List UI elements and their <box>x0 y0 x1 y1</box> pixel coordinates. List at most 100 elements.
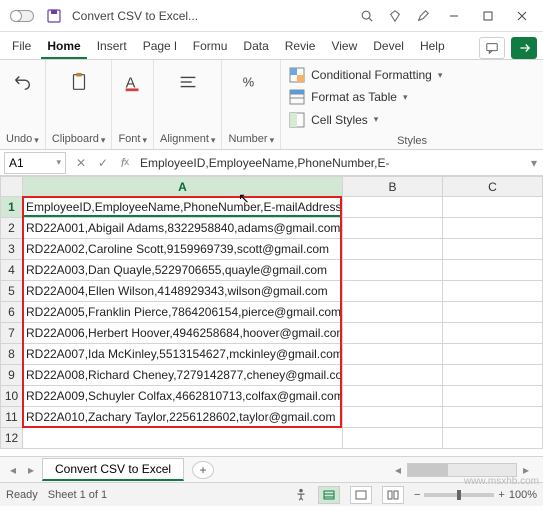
column-header-c[interactable]: C <box>443 177 543 197</box>
row-header[interactable]: 3 <box>1 239 23 260</box>
zoom-control[interactable]: − + 100% <box>414 489 537 501</box>
diamond-icon[interactable] <box>381 2 409 30</box>
chevron-down-icon[interactable]: ▾ <box>142 135 147 146</box>
cell[interactable]: RD22A005,Franklin Pierce,7864206154,pier… <box>23 302 343 323</box>
tab-view[interactable]: View <box>325 35 363 59</box>
scrollbar-thumb[interactable] <box>408 464 448 476</box>
cell[interactable] <box>443 218 543 239</box>
table-row[interactable]: 10RD22A009,Schuyler Colfax,4662810713,co… <box>1 386 543 407</box>
cell[interactable] <box>443 239 543 260</box>
tab-data[interactable]: Data <box>237 35 274 59</box>
number-icon[interactable]: % <box>237 68 265 96</box>
cell[interactable] <box>343 428 443 449</box>
row-header[interactable]: 9 <box>1 365 23 386</box>
zoom-thumb[interactable] <box>457 490 461 500</box>
chevron-down-icon[interactable]: ▾ <box>34 135 39 146</box>
cell[interactable]: RD22A009,Schuyler Colfax,4662810713,colf… <box>23 386 343 407</box>
cell[interactable] <box>343 386 443 407</box>
enter-fx-icon[interactable]: ✓ <box>92 156 114 170</box>
sheet-nav-prev[interactable]: ◂ <box>4 463 22 477</box>
zoom-out-button[interactable]: − <box>414 489 420 501</box>
cell[interactable] <box>443 407 543 428</box>
chevron-down-icon[interactable]: ▾ <box>101 135 106 146</box>
tab-review[interactable]: Revie <box>279 35 322 59</box>
column-header-a[interactable]: A <box>23 177 343 197</box>
cell[interactable]: RD22A002,Caroline Scott,9159969739,scott… <box>23 239 343 260</box>
row-header[interactable]: 2 <box>1 218 23 239</box>
save-icon[interactable] <box>46 8 62 24</box>
cell-styles-button[interactable]: Cell Styles▾ <box>289 109 535 131</box>
share-button[interactable] <box>511 37 537 59</box>
cell[interactable] <box>343 239 443 260</box>
table-row[interactable]: 1EmployeeID,EmployeeName,PhoneNumber,E-m… <box>1 197 543 218</box>
cell[interactable] <box>443 302 543 323</box>
tab-developer[interactable]: Devel <box>367 35 410 59</box>
table-row[interactable]: 7RD22A006,Herbert Hoover,4946258684,hoov… <box>1 323 543 344</box>
close-button[interactable] <box>505 2 539 30</box>
row-header[interactable]: 5 <box>1 281 23 302</box>
tab-home[interactable]: Home <box>41 35 86 59</box>
cell[interactable] <box>343 260 443 281</box>
chevron-down-icon[interactable]: ▾ <box>270 135 275 146</box>
chevron-down-icon[interactable]: ▾ <box>211 135 216 146</box>
cell[interactable] <box>343 281 443 302</box>
select-all-corner[interactable] <box>1 177 23 197</box>
autosave-toggle[interactable] <box>4 10 40 22</box>
sheet-tab[interactable]: Convert CSV to Excel <box>42 458 184 481</box>
cell[interactable]: RD22A004,Ellen Wilson,4148929343,wilson@… <box>23 281 343 302</box>
cell[interactable]: EmployeeID,EmployeeName,PhoneNumber,E-ma… <box>23 197 343 218</box>
table-row[interactable]: 11RD22A010,Zachary Taylor,2256128602,tay… <box>1 407 543 428</box>
cancel-fx-icon[interactable]: ✕ <box>70 156 92 170</box>
maximize-button[interactable] <box>471 2 505 30</box>
expand-fx-icon[interactable]: ▾ <box>525 156 543 170</box>
cell[interactable] <box>343 197 443 218</box>
cell[interactable] <box>343 323 443 344</box>
comments-button[interactable] <box>479 37 505 59</box>
row-header[interactable]: 12 <box>1 428 23 449</box>
cell[interactable]: RD22A007,Ida McKinley,5513154627,mckinle… <box>23 344 343 365</box>
cell[interactable]: RD22A003,Dan Quayle,5229706655,quayle@gm… <box>23 260 343 281</box>
table-row[interactable]: 5RD22A004,Ellen Wilson,4148929343,wilson… <box>1 281 543 302</box>
view-normal-button[interactable] <box>318 486 340 504</box>
table-row[interactable]: 12 <box>1 428 543 449</box>
table-row[interactable]: 3RD22A002,Caroline Scott,9159969739,scot… <box>1 239 543 260</box>
fx-icon[interactable]: fx <box>114 156 136 170</box>
cell[interactable] <box>343 365 443 386</box>
cell[interactable] <box>443 344 543 365</box>
row-header[interactable]: 7 <box>1 323 23 344</box>
cell[interactable] <box>443 281 543 302</box>
font-icon[interactable]: A <box>119 68 147 96</box>
add-sheet-button[interactable]: + <box>192 461 214 479</box>
accessibility-icon[interactable] <box>294 488 308 502</box>
column-header-b[interactable]: B <box>343 177 443 197</box>
view-page-layout-button[interactable] <box>350 486 372 504</box>
tab-help[interactable]: Help <box>414 35 451 59</box>
minimize-button[interactable] <box>437 2 471 30</box>
row-header[interactable]: 4 <box>1 260 23 281</box>
cell[interactable] <box>443 428 543 449</box>
conditional-formatting-button[interactable]: Conditional Formatting▾ <box>289 64 535 86</box>
tab-file[interactable]: File <box>6 35 37 59</box>
cell[interactable] <box>443 386 543 407</box>
table-row[interactable]: 2RD22A001,Abigail Adams,8322958840,adams… <box>1 218 543 239</box>
tab-formulas[interactable]: Formu <box>187 35 234 59</box>
cell[interactable] <box>23 428 343 449</box>
table-row[interactable]: 9RD22A008,Richard Cheney,7279142877,chen… <box>1 365 543 386</box>
cell[interactable]: RD22A001,Abigail Adams,8322958840,adams@… <box>23 218 343 239</box>
row-header[interactable]: 11 <box>1 407 23 428</box>
cell[interactable] <box>443 197 543 218</box>
cell[interactable] <box>443 260 543 281</box>
format-as-table-button[interactable]: Format as Table▾ <box>289 86 535 108</box>
undo-icon[interactable] <box>8 68 36 96</box>
pen-icon[interactable] <box>409 2 437 30</box>
cell[interactable] <box>443 365 543 386</box>
cell[interactable]: RD22A008,Richard Cheney,7279142877,chene… <box>23 365 343 386</box>
horizontal-scrollbar[interactable]: ◂ ▸ <box>214 463 539 477</box>
formula-input[interactable]: EmployeeID,EmployeeName,PhoneNumber,E- <box>136 156 525 170</box>
zoom-in-button[interactable]: + <box>498 489 504 501</box>
alignment-icon[interactable] <box>174 68 202 96</box>
table-row[interactable]: 4RD22A003,Dan Quayle,5229706655,quayle@g… <box>1 260 543 281</box>
row-header[interactable]: 8 <box>1 344 23 365</box>
cell[interactable]: RD22A010,Zachary Taylor,2256128602,taylo… <box>23 407 343 428</box>
cell[interactable] <box>443 323 543 344</box>
